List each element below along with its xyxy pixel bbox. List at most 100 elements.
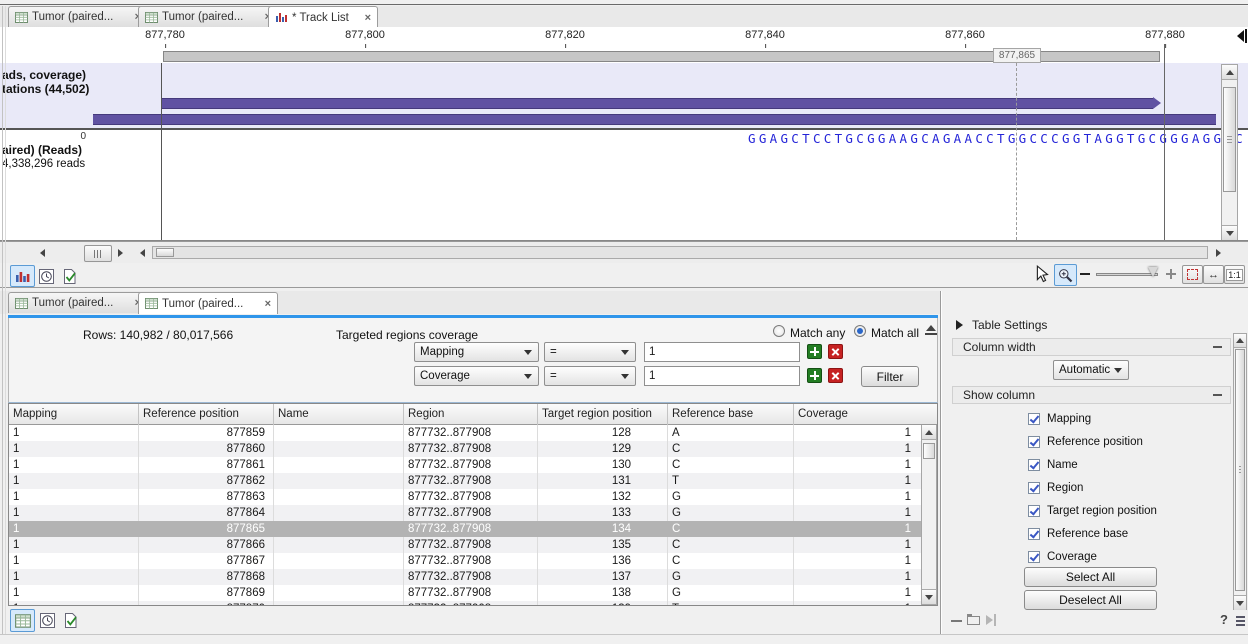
filter-operator-select[interactable]: = xyxy=(544,342,636,362)
scroll-up-button[interactable] xyxy=(922,425,936,440)
checkbox-checked-icon[interactable] xyxy=(1028,528,1040,540)
collapse-panel-handle[interactable] xyxy=(1237,29,1248,43)
collapse-section-icon[interactable] xyxy=(1213,394,1222,396)
remove-filter-button[interactable] xyxy=(828,368,843,383)
one-to-one-zoom-button[interactable]: 1:1 xyxy=(1224,265,1245,284)
close-icon[interactable]: × xyxy=(263,298,271,310)
settings-menu-icon[interactable] xyxy=(1236,616,1245,618)
deselect-all-button[interactable]: Deselect All xyxy=(1024,590,1157,610)
fit-width-button[interactable]: ↔ xyxy=(1203,265,1224,284)
scrollbar-thumb[interactable] xyxy=(923,443,935,459)
scroll-right-icon[interactable] xyxy=(1216,249,1221,257)
zoom-slider-thumb[interactable] xyxy=(1148,267,1158,277)
table-row[interactable]: 1 877868 877732..877908 137 G 1 xyxy=(9,569,921,585)
table-row[interactable]: 1 877860 877732..877908 129 C 1 xyxy=(9,441,921,457)
table-row[interactable]: 1 877867 877732..877908 136 C 1 xyxy=(9,553,921,569)
filter-operator-select[interactable]: = xyxy=(544,366,636,386)
show-column-checkbox-row[interactable]: Mapping xyxy=(1028,410,1157,427)
zoom-out-icon[interactable] xyxy=(1080,273,1090,275)
select-all-button[interactable]: Select All xyxy=(1024,567,1157,587)
table-row[interactable]: 1 877864 877732..877908 133 G 1 xyxy=(9,505,921,521)
element-info-button[interactable] xyxy=(61,611,80,630)
show-column-checkbox-row[interactable]: Reference position xyxy=(1028,433,1157,450)
tab-tumor-table-1[interactable]: Tumor (paired... × xyxy=(8,6,148,27)
history-view-button[interactable] xyxy=(37,267,56,286)
minimize-icon[interactable] xyxy=(951,620,962,622)
split-grip-button[interactable] xyxy=(84,245,112,262)
column-width-select[interactable]: Automatic xyxy=(1053,360,1129,380)
show-column-checkbox-row[interactable]: Target region position xyxy=(1028,502,1157,519)
checkbox-checked-icon[interactable] xyxy=(1028,482,1040,494)
track-view-button[interactable] xyxy=(10,265,35,287)
table-row[interactable]: 1 877865 877732..877908 134 C 1 xyxy=(9,521,921,537)
track-hscrollbar[interactable] xyxy=(152,246,1208,259)
add-filter-button[interactable] xyxy=(807,344,822,359)
scroll-down-button[interactable] xyxy=(922,589,936,604)
annotation-track[interactable]: ads, coverage) tations (44,502) xyxy=(0,63,1248,130)
history-view-button[interactable] xyxy=(38,611,57,630)
column-header-reference-base[interactable]: Reference base xyxy=(668,404,794,425)
scrollbar-thumb[interactable] xyxy=(1223,87,1236,192)
checkbox-checked-icon[interactable] xyxy=(1028,459,1040,471)
gene-bar[interactable] xyxy=(93,114,1216,125)
column-header-target-region-position[interactable]: Target region position xyxy=(538,404,668,425)
filter-button[interactable]: Filter xyxy=(861,366,919,387)
reads-track[interactable]: 0 aired) (Reads) 4,338,296 reads GGAGCTC… xyxy=(0,130,1248,241)
element-info-button[interactable] xyxy=(60,267,79,286)
checkbox-checked-icon[interactable] xyxy=(1028,413,1040,425)
scroll-down-button[interactable] xyxy=(1222,225,1237,240)
scrollbar-thumb[interactable] xyxy=(1235,349,1245,591)
table-vertical-scrollbar[interactable] xyxy=(921,425,937,605)
match-any-radio[interactable] xyxy=(773,325,785,337)
table-row[interactable]: 1 877862 877732..877908 131 T 1 xyxy=(9,473,921,489)
column-header-coverage[interactable]: Coverage xyxy=(794,404,919,425)
dock-panel-icon[interactable] xyxy=(986,615,993,625)
collapse-filter-icon[interactable] xyxy=(925,325,937,336)
column-header-name[interactable]: Name xyxy=(274,404,404,425)
column-header-region[interactable]: Region xyxy=(404,404,538,425)
table-row[interactable]: 1 877863 877732..877908 132 G 1 xyxy=(9,489,921,505)
zoom-to-selection-button[interactable] xyxy=(1182,265,1203,284)
table-row[interactable]: 1 877870 877732..877908 139 T 1 xyxy=(9,601,921,605)
checkbox-checked-icon[interactable] xyxy=(1028,551,1040,563)
filter-value-input[interactable]: 1 xyxy=(644,342,800,362)
column-header-mapping[interactable]: Mapping xyxy=(9,404,139,425)
checkbox-checked-icon[interactable] xyxy=(1028,505,1040,517)
tab-tumor-table-4[interactable]: Tumor (paired... × xyxy=(138,292,278,314)
zoom-in-tool-button[interactable] xyxy=(1054,264,1077,286)
hscrollbar-thumb[interactable] xyxy=(156,248,174,257)
show-column-section-header[interactable]: Show column xyxy=(952,386,1231,404)
match-all-radio[interactable] xyxy=(854,325,866,337)
annotation-bar[interactable] xyxy=(161,98,1153,109)
close-icon[interactable]: × xyxy=(363,12,371,24)
filter-value-input[interactable]: 1 xyxy=(644,366,800,386)
help-icon[interactable]: ? xyxy=(1220,612,1228,627)
zoom-in-icon[interactable] xyxy=(1166,269,1176,279)
settings-scrollbar[interactable] xyxy=(1233,333,1247,610)
filter-column-select[interactable]: Coverage xyxy=(414,366,539,386)
remove-filter-button[interactable] xyxy=(828,344,843,359)
panel-expand-icon[interactable] xyxy=(956,320,963,330)
tab-track-list[interactable]: * Track List × xyxy=(268,6,378,28)
tab-tumor-table-2[interactable]: Tumor (paired... × xyxy=(138,6,278,27)
scroll-up-button[interactable] xyxy=(1222,65,1237,80)
scroll-up-button[interactable] xyxy=(1234,334,1246,348)
collapse-section-icon[interactable] xyxy=(1213,346,1222,348)
pan-left-icon[interactable] xyxy=(40,249,45,257)
table-row[interactable]: 1 877869 877732..877908 138 G 1 xyxy=(9,585,921,601)
show-column-checkbox-row[interactable]: Name xyxy=(1028,456,1157,473)
cursor-tool-icon[interactable] xyxy=(1036,265,1050,283)
table-row[interactable]: 1 877866 877732..877908 135 C 1 xyxy=(9,537,921,553)
filter-column-select[interactable]: Mapping xyxy=(414,342,539,362)
add-filter-button[interactable] xyxy=(807,368,822,383)
show-column-checkbox-row[interactable]: Reference base xyxy=(1028,525,1157,542)
show-column-checkbox-row[interactable]: Region xyxy=(1028,479,1157,496)
track-vertical-scrollbar[interactable] xyxy=(1221,64,1238,240)
column-header-reference-position[interactable]: Reference position xyxy=(139,404,274,425)
pan-right-icon[interactable] xyxy=(118,249,123,257)
checkbox-checked-icon[interactable] xyxy=(1028,436,1040,448)
table-view-button[interactable] xyxy=(10,609,35,632)
scroll-down-button[interactable] xyxy=(1234,595,1246,610)
column-width-section-header[interactable]: Column width xyxy=(952,338,1231,356)
show-column-checkbox-row[interactable]: Coverage xyxy=(1028,548,1157,565)
